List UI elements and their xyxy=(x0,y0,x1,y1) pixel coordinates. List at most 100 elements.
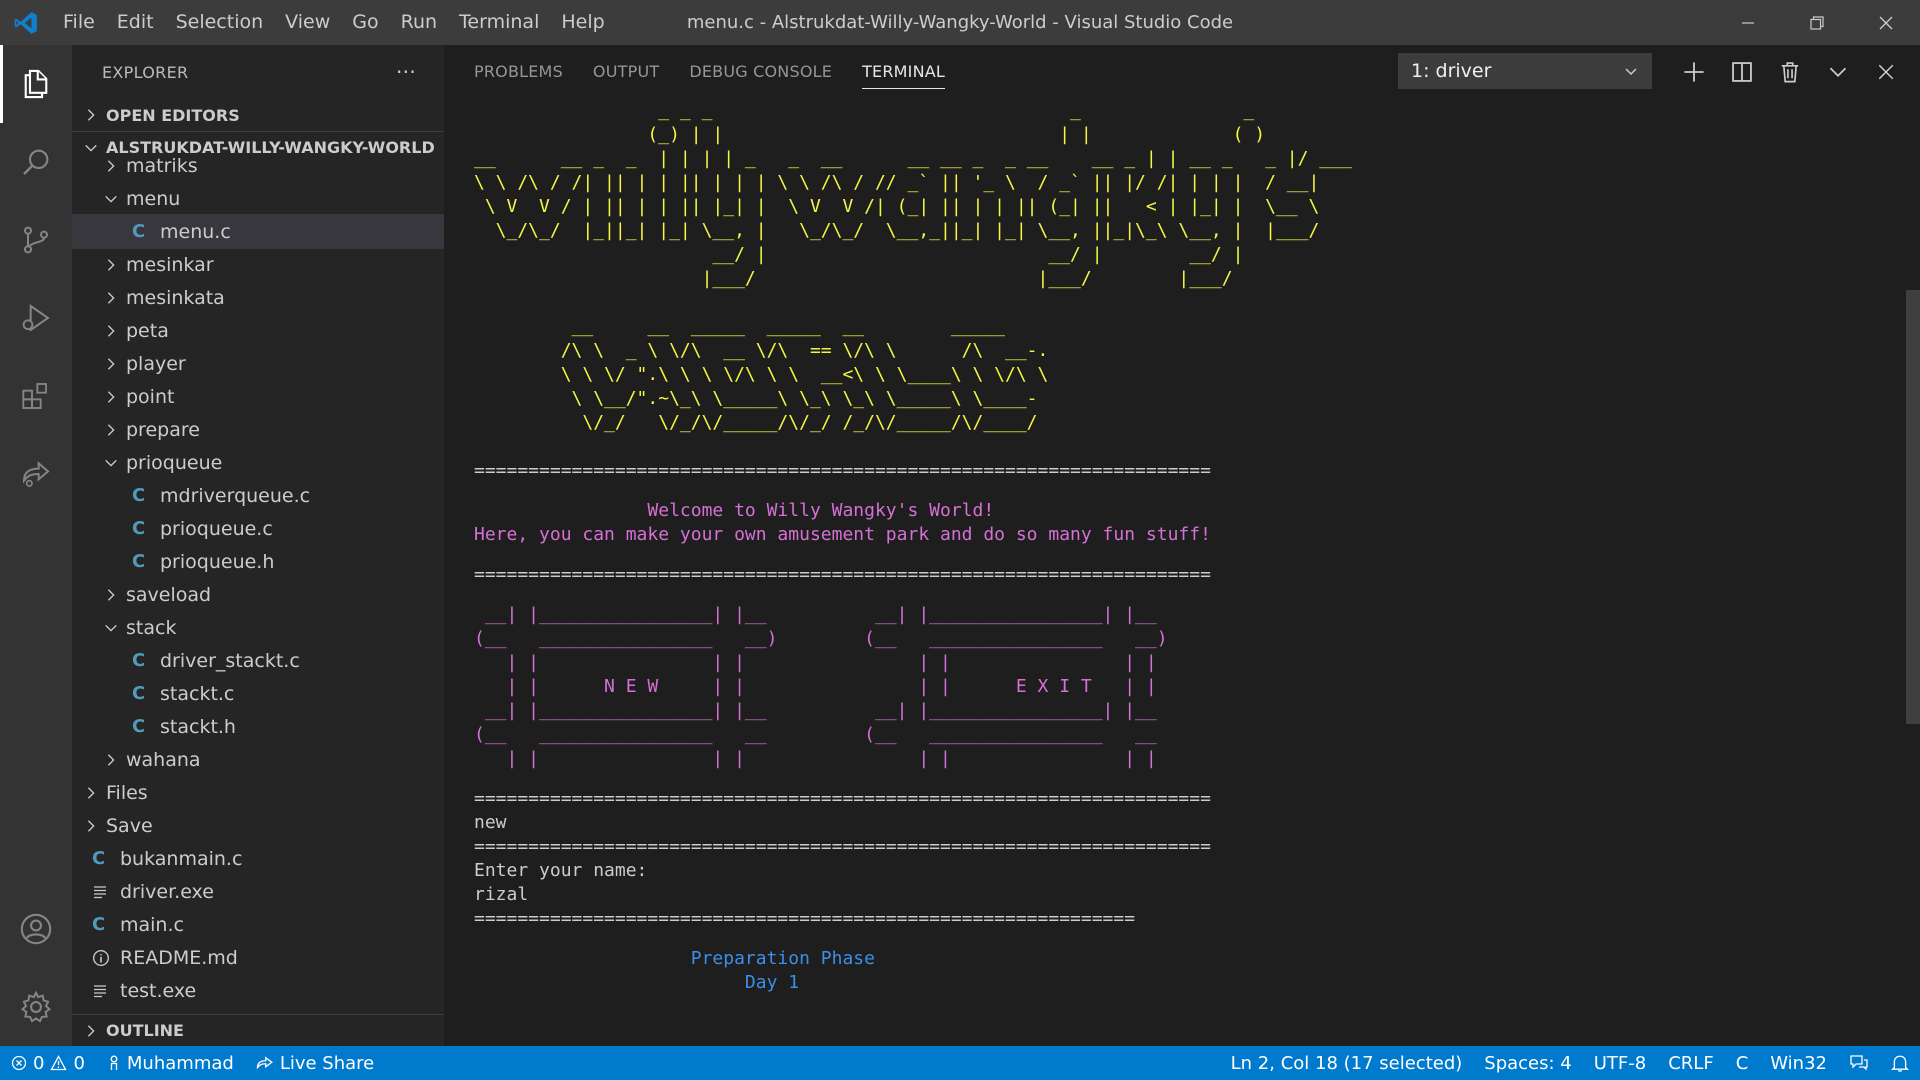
minimize-icon xyxy=(1741,21,1754,24)
menu-terminal[interactable]: Terminal xyxy=(448,0,550,45)
tree-folder[interactable]: menu xyxy=(72,182,444,215)
vscode-logo-icon[interactable] xyxy=(0,0,52,45)
explorer-title: EXPLORER xyxy=(102,62,189,82)
tree-file[interactable]: Cmdriverqueue.c xyxy=(72,479,444,512)
extensions-icon xyxy=(22,383,47,409)
terminal-select[interactable]: 1: driver xyxy=(1398,53,1652,89)
language-mode[interactable]: C xyxy=(1725,1046,1760,1080)
feedback-button[interactable] xyxy=(1838,1046,1880,1080)
platform[interactable]: Win32 xyxy=(1759,1046,1838,1080)
notifications-button[interactable] xyxy=(1880,1046,1920,1080)
c-file-icon: C xyxy=(132,716,146,737)
tree-folder[interactable]: mesinkar xyxy=(72,248,444,281)
tree-folder[interactable]: Files xyxy=(72,776,444,809)
c-file-icon: C xyxy=(132,551,146,572)
tree-file[interactable]: Cmain.c xyxy=(72,908,444,941)
tree-file[interactable]: Cstackt.c xyxy=(72,677,444,710)
welcome-line-1: Welcome to Willy Wangky's World! xyxy=(474,500,995,521)
user-input-name: rizal xyxy=(474,884,529,905)
tree-folder[interactable]: player xyxy=(72,347,444,380)
tree-folder[interactable]: matriks xyxy=(72,149,444,182)
tree-item-label: saveload xyxy=(126,583,212,606)
minimize-button[interactable] xyxy=(1713,0,1782,45)
live-share-status[interactable]: Live Share xyxy=(245,1046,385,1080)
tree-item-label: main.c xyxy=(120,913,184,936)
live-share-label: Live Share xyxy=(279,1052,375,1074)
tree-folder[interactable]: mesinkata xyxy=(72,281,444,314)
c-file-icon: C xyxy=(132,650,146,671)
open-editors-section[interactable]: OPEN EDITORS xyxy=(72,99,444,131)
separator-line: ========================================… xyxy=(474,836,1211,857)
menu-go[interactable]: Go xyxy=(341,0,389,45)
activity-source-control[interactable] xyxy=(0,201,72,279)
tab-output[interactable]: OUTPUT xyxy=(593,45,659,99)
terminal-scrollbar[interactable] xyxy=(1906,290,1920,724)
chevron-right-icon xyxy=(100,159,122,173)
maximize-panel-button[interactable] xyxy=(1814,45,1862,99)
menu-run[interactable]: Run xyxy=(390,0,448,45)
tree-file[interactable]: Cdriver_stackt.c xyxy=(72,644,444,677)
new-terminal-button[interactable] xyxy=(1670,45,1718,99)
open-editors-label: OPEN EDITORS xyxy=(106,105,240,125)
tree-folder[interactable]: point xyxy=(72,380,444,413)
panel-actions xyxy=(1670,45,1920,99)
activity-search[interactable] xyxy=(0,123,72,201)
title-bar: File Edit Selection View Go Run Terminal… xyxy=(0,0,1920,45)
tree-folder[interactable]: prepare xyxy=(72,413,444,446)
split-terminal-button[interactable] xyxy=(1718,45,1766,99)
tree-file[interactable]: driver.exe xyxy=(72,875,444,908)
activity-extensions[interactable] xyxy=(0,357,72,435)
status-bar: 0 0 Muhammad Live Share Ln 2, Col 18 (17… xyxy=(0,1046,1920,1080)
activity-run-debug[interactable] xyxy=(0,279,72,357)
window-controls xyxy=(1713,0,1920,45)
tab-terminal[interactable]: TERMINAL xyxy=(862,45,945,99)
tree-item-label: matriks xyxy=(126,154,198,177)
encoding[interactable]: UTF-8 xyxy=(1583,1046,1657,1080)
tab-debug-console[interactable]: DEBUG CONSOLE xyxy=(689,45,832,99)
tree-file[interactable]: test.exe xyxy=(72,974,444,1007)
close-window-button[interactable] xyxy=(1851,0,1920,45)
outline-section[interactable]: OUTLINE xyxy=(72,1014,444,1046)
activity-explorer[interactable] xyxy=(0,45,72,123)
indentation[interactable]: Spaces: 4 xyxy=(1473,1046,1582,1080)
menu-edit[interactable]: Edit xyxy=(106,0,165,45)
activity-live-share[interactable] xyxy=(0,435,72,513)
account-status[interactable]: Muhammad xyxy=(96,1046,245,1080)
tree-file[interactable]: Cprioqueue.c xyxy=(72,512,444,545)
explorer-sidebar: EXPLORER ··· OPEN EDITORS ALSTRUKDAT-WIL… xyxy=(72,45,444,1046)
activity-accounts[interactable] xyxy=(0,890,72,968)
tree-file[interactable]: README.md xyxy=(72,941,444,974)
tree-item-label: mesinkata xyxy=(126,286,225,309)
restore-button[interactable] xyxy=(1782,0,1851,45)
tree-item-label: stack xyxy=(126,616,177,639)
tree-file[interactable]: Cmenu.c xyxy=(72,214,444,249)
tree-folder[interactable]: peta xyxy=(72,314,444,347)
activity-manage[interactable] xyxy=(0,968,72,1046)
menu-bar: File Edit Selection View Go Run Terminal… xyxy=(52,0,616,45)
tree-folder[interactable]: stack xyxy=(72,611,444,644)
willy-wangkys-ascii-logo: _ _ _ _ _ (_) | | | | ( ) __ __ _ _ | | … xyxy=(474,100,1352,289)
tree-file[interactable]: Cstackt.h xyxy=(72,710,444,743)
chevron-right-icon xyxy=(100,324,122,338)
kill-terminal-button[interactable] xyxy=(1766,45,1814,99)
more-actions-icon[interactable]: ··· xyxy=(396,60,416,84)
tree-file[interactable]: Cprioqueue.h xyxy=(72,545,444,578)
chevron-right-icon xyxy=(100,588,122,602)
tree-folder[interactable]: prioqueue xyxy=(72,446,444,479)
line-ending[interactable]: CRLF xyxy=(1657,1046,1724,1080)
problems-status[interactable]: 0 0 xyxy=(0,1046,96,1080)
terminal-output[interactable]: _ _ _ _ _ (_) | | | | ( ) __ __ _ _ | | … xyxy=(474,99,1874,1046)
account-icon xyxy=(20,913,52,945)
tree-folder[interactable]: Save xyxy=(72,809,444,842)
tree-file[interactable]: Cbukanmain.c xyxy=(72,842,444,875)
cursor-position[interactable]: Ln 2, Col 18 (17 selected) xyxy=(1220,1046,1474,1080)
menu-selection[interactable]: Selection xyxy=(165,0,275,45)
terminal-panel: PROBLEMS OUTPUT DEBUG CONSOLE TERMINAL 1… xyxy=(444,45,1920,1046)
tree-folder[interactable]: saveload xyxy=(72,578,444,611)
menu-file[interactable]: File xyxy=(52,0,106,45)
tab-problems[interactable]: PROBLEMS xyxy=(474,45,563,99)
menu-help[interactable]: Help xyxy=(550,0,615,45)
close-panel-button[interactable] xyxy=(1862,45,1910,99)
tree-folder[interactable]: wahana xyxy=(72,743,444,776)
menu-view[interactable]: View xyxy=(274,0,341,45)
